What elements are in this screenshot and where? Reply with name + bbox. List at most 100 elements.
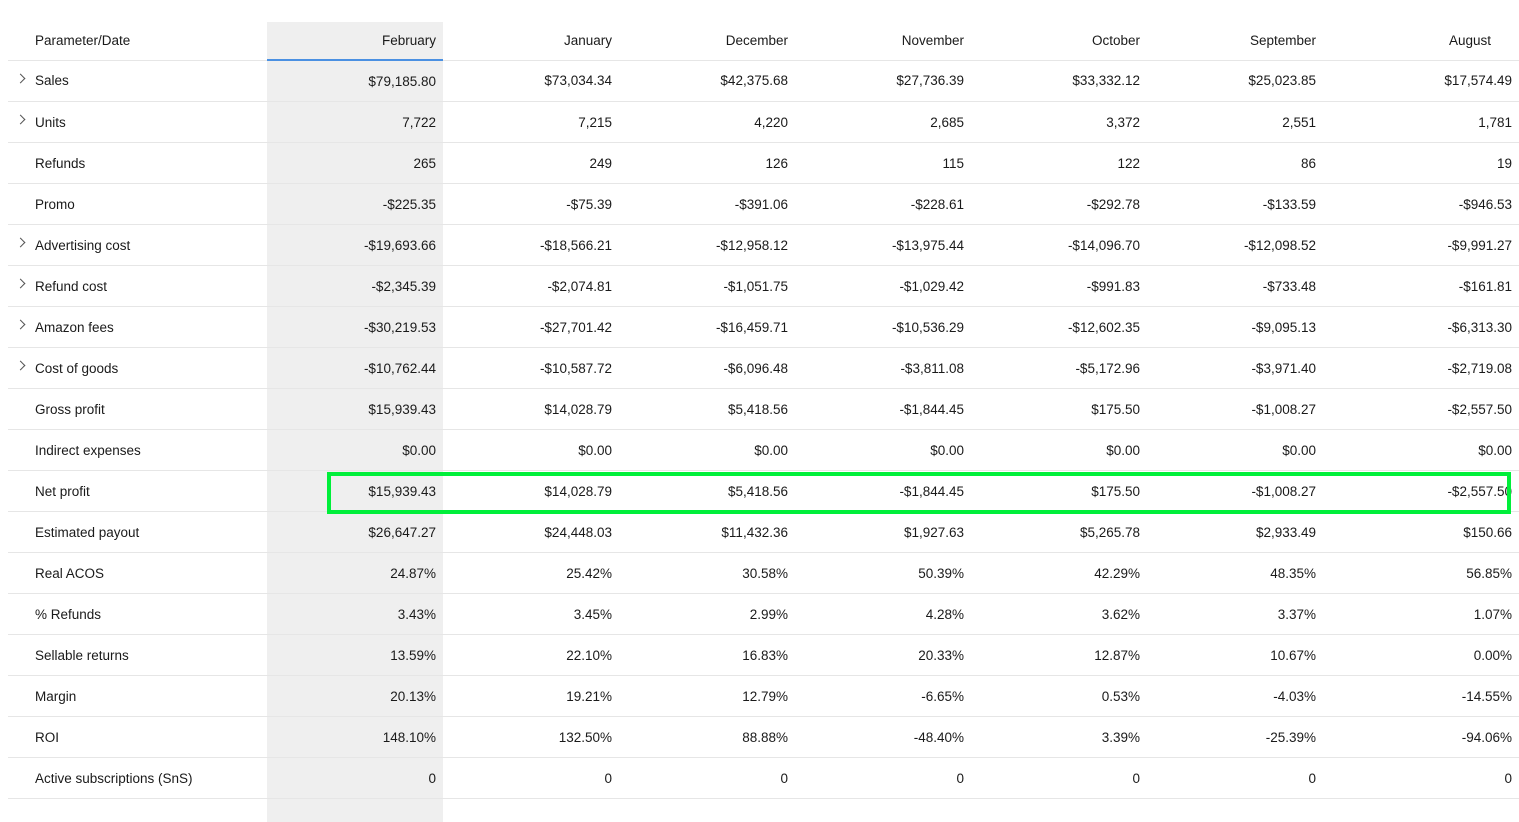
row-label-cell[interactable]: Advertising cost	[8, 224, 267, 266]
table-cell: -$2,557.50	[1323, 470, 1519, 512]
table-cell: 56.85%	[1323, 552, 1519, 594]
table-cell: 0	[619, 757, 795, 799]
table-cell: -$13,975.44	[795, 224, 971, 266]
table-cell: 2.99%	[619, 593, 795, 635]
table-cell: $5,418.56	[619, 388, 795, 430]
row-label-cell[interactable]: Refund cost	[8, 265, 267, 307]
table-cell: $25,023.85	[1147, 60, 1323, 102]
table-cell: 265	[267, 142, 443, 184]
chevron-right-icon[interactable]	[15, 360, 26, 371]
table-cell: 0	[795, 757, 971, 799]
table-cell: -$10,536.29	[795, 306, 971, 348]
column-header-parameter[interactable]: Parameter/Date	[8, 22, 267, 61]
table-row[interactable]: Amazon fees -$30,219.53 -$27,701.42 -$16,45…	[8, 306, 1519, 348]
table-row: Estimated payout $26,647.27 $24,448.03 $11,…	[8, 511, 1519, 553]
chevron-right-icon[interactable]	[15, 73, 26, 83]
table-cell: -$1,008.27	[1147, 470, 1323, 512]
table-cell: -$27,701.42	[443, 306, 619, 348]
table-cell: 3.62%	[971, 593, 1147, 635]
row-label-cell[interactable]: Amazon fees	[8, 306, 267, 348]
table-row[interactable]: Advertising cost -$19,693.66 -$18,566.21 -$…	[8, 224, 1519, 266]
table-cell: 122	[971, 142, 1147, 184]
table-row[interactable]: Refund cost -$2,345.39 -$2,074.81 -$1,051.7…	[8, 265, 1519, 307]
table-cell: $26,647.27	[267, 511, 443, 553]
table-cell: 86	[1147, 142, 1323, 184]
table-cell: -25.39%	[1147, 716, 1323, 758]
table-cell: $0.00	[1147, 429, 1323, 471]
table-cell: -$733.48	[1147, 265, 1323, 307]
chevron-right-icon[interactable]	[15, 114, 26, 125]
row-label: Sales	[35, 73, 69, 89]
chevron-right-icon[interactable]	[15, 278, 26, 289]
table-cell: -$946.53	[1323, 183, 1519, 225]
row-label-cell: Indirect expenses	[8, 429, 267, 471]
table-cell: $14,028.79	[443, 388, 619, 430]
row-label-cell: Sellable returns	[8, 634, 267, 676]
column-header-month[interactable]: September	[1147, 22, 1323, 61]
table-cell: -$1,029.42	[795, 265, 971, 307]
row-label-cell[interactable]: Units	[8, 101, 267, 143]
column-header-month[interactable]: December	[619, 22, 795, 61]
table-cell: -$12,098.52	[1147, 224, 1323, 266]
column-header-month[interactable]: January	[443, 22, 619, 61]
table-cell: $33,332.12	[971, 60, 1147, 102]
table-cell: $0.00	[619, 429, 795, 471]
row-label: ROI	[35, 729, 60, 745]
row-label: Amazon fees	[35, 319, 114, 335]
table-cell: 3.39%	[971, 716, 1147, 758]
table-cell: -$2,557.50	[1323, 388, 1519, 430]
column-header-month[interactable]: October	[971, 22, 1147, 61]
table-cell: $79,185.80	[267, 60, 443, 102]
table-cell: $15,939.43	[267, 470, 443, 512]
table-cell: -$10,587.72	[443, 347, 619, 389]
table-cell: 3.45%	[443, 593, 619, 635]
chevron-right-icon[interactable]	[15, 237, 26, 248]
row-label: Cost of goods	[35, 360, 119, 376]
row-label-cell: Refunds	[8, 142, 267, 184]
table-cell: -$1,051.75	[619, 265, 795, 307]
table-row: Active subscriptions (SnS) 0 0 0 0 0 0 0	[8, 757, 1519, 799]
table-row[interactable]: Cost of goods -$10,762.44 -$10,587.72 -$6,0…	[8, 347, 1519, 389]
row-label-cell: Estimated payout	[8, 511, 267, 553]
table-header-row: Parameter/Date February January December…	[8, 22, 1519, 61]
row-label-cell: Net profit	[8, 470, 267, 512]
table-row[interactable]: Units 7,722 7,215 4,220 2,685 3,372 2,551 1,781	[8, 101, 1519, 143]
table-cell: -$2,345.39	[267, 265, 443, 307]
column-header-month[interactable]: August	[1323, 22, 1519, 61]
table-cell: 13.59%	[267, 634, 443, 676]
row-label-cell[interactable]: Cost of goods	[8, 347, 267, 389]
table-row[interactable]: Sales $79,185.80 $73,034.34 $42,375.68 $27,7…	[8, 60, 1519, 102]
row-label: Estimated payout	[35, 524, 140, 540]
table-cell: 3.37%	[1147, 593, 1323, 635]
table-cell: 0	[267, 757, 443, 799]
table-cell: $42,375.68	[619, 60, 795, 102]
table-cell: -$228.61	[795, 183, 971, 225]
row-label: Net profit	[35, 483, 90, 499]
table-cell: -4.03%	[1147, 675, 1323, 717]
table-cell: $1,927.63	[795, 511, 971, 553]
table-cell: -$19,693.66	[267, 224, 443, 266]
row-label: Refunds	[35, 155, 86, 171]
table-row: Net profit $15,939.43 $14,028.79 $5,418.56-…	[8, 470, 1519, 512]
table-cell: 22.10%	[443, 634, 619, 676]
table-cell: -$3,811.08	[795, 347, 971, 389]
table-cell: -$16,459.71	[619, 306, 795, 348]
table-cell: -$1,844.45	[795, 470, 971, 512]
table-cell: -$5,172.96	[971, 347, 1147, 389]
profit-table-container: Parameter/Date February January December…	[8, 22, 1519, 822]
row-label: % Refunds	[35, 606, 102, 622]
table-cell: -$3,971.40	[1147, 347, 1323, 389]
table-cell: 132.50%	[443, 716, 619, 758]
table-cell: $5,265.78	[971, 511, 1147, 553]
row-label-cell[interactable]: Sales	[8, 60, 267, 102]
row-label-cell: Active subscriptions (SnS)	[8, 757, 267, 799]
table-cell: $175.50	[971, 470, 1147, 512]
chevron-right-icon[interactable]	[15, 319, 26, 330]
table-cell: $0.00	[971, 429, 1147, 471]
table-cell: 2,551	[1147, 101, 1323, 143]
table-cell: -6.65%	[795, 675, 971, 717]
table-cell: -$10,762.44	[267, 347, 443, 389]
table-cell: $15,939.43	[267, 388, 443, 430]
column-header-month[interactable]: February	[267, 22, 443, 61]
column-header-month[interactable]: November	[795, 22, 971, 61]
